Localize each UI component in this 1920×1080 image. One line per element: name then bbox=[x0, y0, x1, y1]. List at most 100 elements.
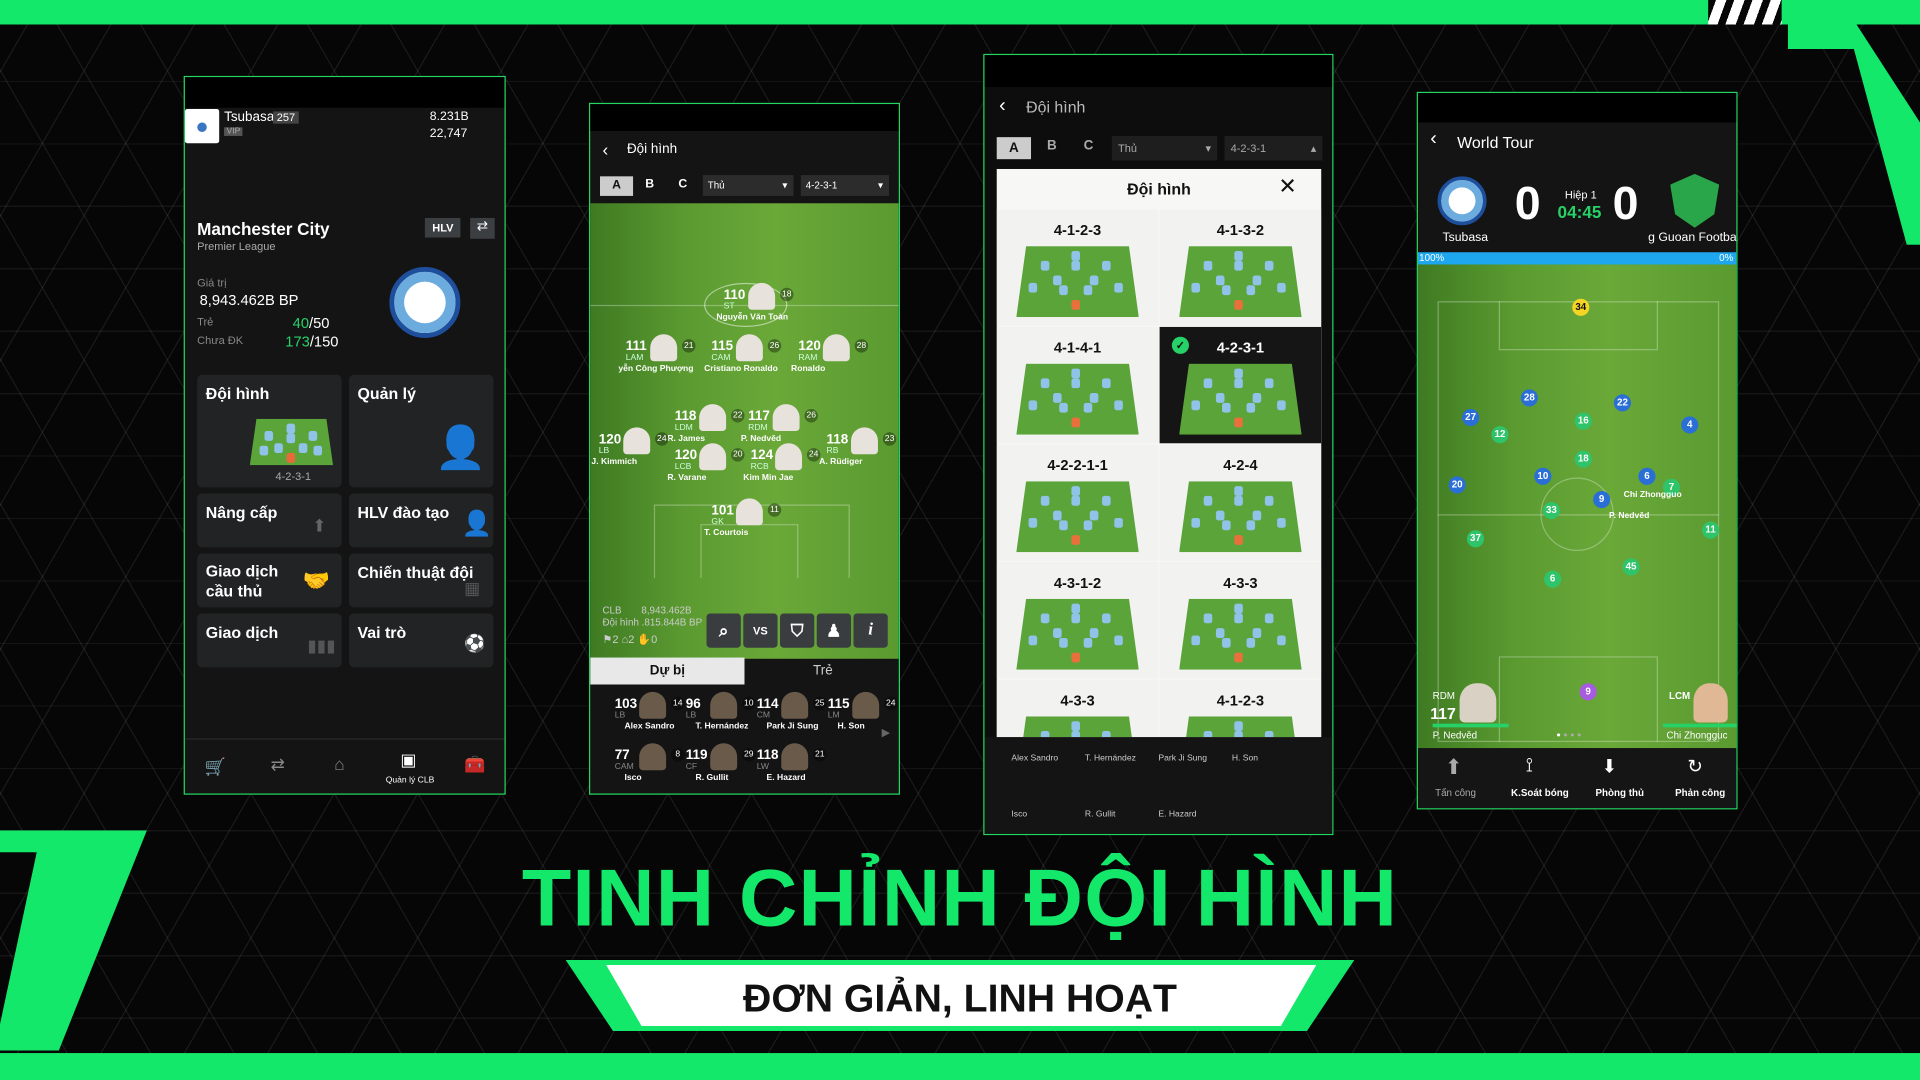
tile-formation[interactable]: Đội hình 4-2-3-1 bbox=[197, 374, 342, 488]
transfer-arrows-icon[interactable]: ⇄ bbox=[271, 754, 285, 775]
defense-icon[interactable]: ⬇ bbox=[1602, 756, 1617, 778]
player-marker[interactable]: 28 bbox=[1520, 389, 1538, 407]
tab-c[interactable]: C bbox=[1084, 138, 1094, 153]
tactic-defense[interactable]: Phòng thủ bbox=[1596, 787, 1644, 798]
player-marker[interactable]: 6 bbox=[1638, 467, 1656, 485]
bench-player-name[interactable]: T. Hernández bbox=[1085, 754, 1136, 763]
formation-option[interactable]: 4-3-1-2 bbox=[996, 562, 1159, 679]
player-rating: 124 bbox=[750, 448, 774, 463]
formation-select[interactable]: 4-2-3-1 ▾ bbox=[800, 175, 889, 196]
bench-player-name[interactable]: Isco bbox=[1011, 811, 1027, 820]
player-marker[interactable]: 45 bbox=[1622, 558, 1640, 576]
player-marker[interactable]: 10 bbox=[1534, 467, 1552, 485]
player-rating: 96 bbox=[685, 696, 701, 712]
formation-option[interactable]: 4-2-4 bbox=[1159, 444, 1322, 561]
toolbox-icon[interactable]: 🧰 bbox=[464, 754, 485, 775]
formation-option[interactable]: 4-3-3 bbox=[996, 679, 1159, 738]
right-card-name[interactable]: Chi Zhongguc bbox=[1667, 730, 1728, 741]
formation-option[interactable]: 4-1-2-3👍 bbox=[996, 209, 1221, 326]
club-management-icon[interactable]: ▣ bbox=[400, 749, 416, 770]
player-marker[interactable]: 11 bbox=[1702, 521, 1720, 539]
tab-c[interactable]: C bbox=[678, 178, 687, 191]
formation-select[interactable]: 4-2-3-1 ▴ bbox=[1224, 135, 1323, 161]
coach-button[interactable]: HLV bbox=[424, 217, 461, 238]
player-name: R. Gullit bbox=[695, 773, 729, 783]
switch-icon[interactable]: ⇄ bbox=[470, 217, 495, 239]
tactic-possession[interactable]: K.Soát bóng bbox=[1511, 787, 1569, 798]
player-marker[interactable]: 33 bbox=[1542, 502, 1561, 520]
tile-player-trade[interactable]: Giao dịch cầu thủ 🤝 bbox=[197, 553, 342, 608]
tile-upgrade[interactable]: Nâng cấp ⬆ bbox=[197, 493, 342, 548]
player-marker[interactable]: 12 bbox=[1491, 426, 1509, 444]
player-marker[interactable]: 6 bbox=[1544, 570, 1562, 588]
tile-roles[interactable]: Vai trò ⚽ bbox=[348, 613, 494, 668]
possession-share-icon[interactable]: ⟟ bbox=[1526, 756, 1533, 778]
player-marker[interactable]: 4 bbox=[1681, 416, 1699, 434]
left-card-name[interactable]: P. Nedvěd bbox=[1433, 730, 1477, 741]
shop-cart-icon[interactable]: 🛒 bbox=[204, 757, 225, 778]
bench-player-name[interactable]: Park Ji Sung bbox=[1158, 754, 1207, 763]
page-dots[interactable]: ●●●● bbox=[1556, 732, 1584, 739]
role-select[interactable]: Thủ ▾ bbox=[702, 175, 794, 196]
pitch-player-card[interactable]: 118 RB 23 A. Rüdiger bbox=[819, 427, 899, 493]
tactic-counter[interactable]: Phản công bbox=[1675, 787, 1725, 798]
back-icon[interactable]: ‹ bbox=[999, 96, 1006, 118]
player-level: 21 bbox=[813, 748, 827, 762]
tab-a[interactable]: A bbox=[600, 176, 634, 196]
pitch-player-card[interactable]: 120 RAM 28 Ronaldo bbox=[791, 334, 896, 400]
tile-team-tactics[interactable]: Chiến thuật đội ▦ bbox=[348, 553, 494, 608]
info-icon[interactable]: i bbox=[853, 613, 888, 648]
club-value: 8,943.462B bbox=[641, 604, 692, 616]
manager-icon[interactable]: ♟ bbox=[816, 613, 852, 648]
formation-name: 4-3-3 bbox=[1060, 691, 1095, 709]
back-icon[interactable]: ‹ bbox=[602, 140, 608, 160]
player-marker[interactable]: 20 bbox=[1448, 476, 1466, 494]
home-icon[interactable]: ⌂ bbox=[334, 754, 344, 774]
role-select[interactable]: Thủ ▾ bbox=[1111, 135, 1218, 161]
formation-option[interactable]: 4-1-3-2 bbox=[1159, 209, 1322, 326]
tile-management[interactable]: Quản lý 👤 bbox=[348, 374, 494, 488]
attack-arrow-icon[interactable]: ⬆ bbox=[1445, 756, 1462, 780]
close-icon[interactable]: ✕ bbox=[1278, 174, 1296, 200]
select-value: Thủ bbox=[1117, 142, 1137, 155]
squad-value-label: Đội hình bbox=[602, 617, 639, 629]
pitch-player-card[interactable]: 101 GK 11 T. Courtois bbox=[704, 498, 809, 564]
player-portrait bbox=[699, 404, 727, 432]
compare-vs-icon[interactable]: VS bbox=[743, 613, 778, 648]
next-page-arrow-icon[interactable]: ▶ bbox=[882, 726, 890, 739]
shield-icon[interactable]: ⛉ bbox=[780, 613, 815, 648]
formation-option[interactable]: 4-3-3 bbox=[1159, 562, 1322, 679]
player-marker[interactable]: 9 bbox=[1579, 683, 1597, 701]
tile-transfer[interactable]: Giao dịch ▮▮▮ bbox=[197, 613, 342, 668]
formation-option[interactable]: 4-1-4-1 bbox=[996, 326, 1159, 444]
player-marker[interactable]: 16 bbox=[1574, 412, 1592, 430]
back-icon[interactable]: ‹ bbox=[1430, 129, 1437, 151]
tab-b[interactable]: B bbox=[645, 178, 654, 191]
tab-bench[interactable]: Dự bị bbox=[590, 657, 745, 685]
tab-a[interactable]: A bbox=[996, 137, 1032, 160]
player-marker[interactable]: 34 bbox=[1572, 298, 1590, 316]
bench-player-card[interactable]: 118 LW 21 E. Hazard bbox=[757, 743, 855, 793]
player-position: LM bbox=[827, 711, 840, 721]
tab-youth[interactable]: Trẻ bbox=[744, 658, 898, 685]
player-rating: 101 bbox=[711, 503, 734, 518]
bench-player-name[interactable]: R. Gullit bbox=[1085, 811, 1115, 820]
search-icon[interactable]: ⌕ bbox=[706, 613, 741, 648]
formation-option[interactable]: 4-1-2-3👍 bbox=[1159, 679, 1322, 738]
tab-b[interactable]: B bbox=[1047, 138, 1057, 153]
tactic-attack[interactable]: Tấn công bbox=[1435, 787, 1476, 798]
player-marker[interactable]: 9 bbox=[1593, 491, 1611, 509]
player-marker[interactable]: 22 bbox=[1613, 394, 1632, 412]
nav-club-management-label[interactable]: Quản lý CLB bbox=[386, 776, 435, 785]
tile-coach-training[interactable]: HLV đào tạo 👤 bbox=[348, 493, 494, 548]
counter-attack-icon[interactable]: ↻ bbox=[1687, 756, 1702, 778]
formation-option[interactable]: 4-2-3-1 ✓ bbox=[1159, 326, 1322, 444]
bench-player-name[interactable]: H. Son bbox=[1232, 754, 1258, 763]
player-marker[interactable]: 18 bbox=[1574, 450, 1592, 468]
bench-player-name[interactable]: Alex Sandro bbox=[1011, 754, 1058, 763]
player-marker[interactable]: 37 bbox=[1466, 530, 1485, 548]
formation-option[interactable]: 4-2-2-1-1 bbox=[996, 444, 1159, 561]
check-icon: ✓ bbox=[1171, 336, 1189, 354]
bench-player-name[interactable]: E. Hazard bbox=[1158, 811, 1196, 820]
player-marker[interactable]: 27 bbox=[1462, 408, 1480, 427]
